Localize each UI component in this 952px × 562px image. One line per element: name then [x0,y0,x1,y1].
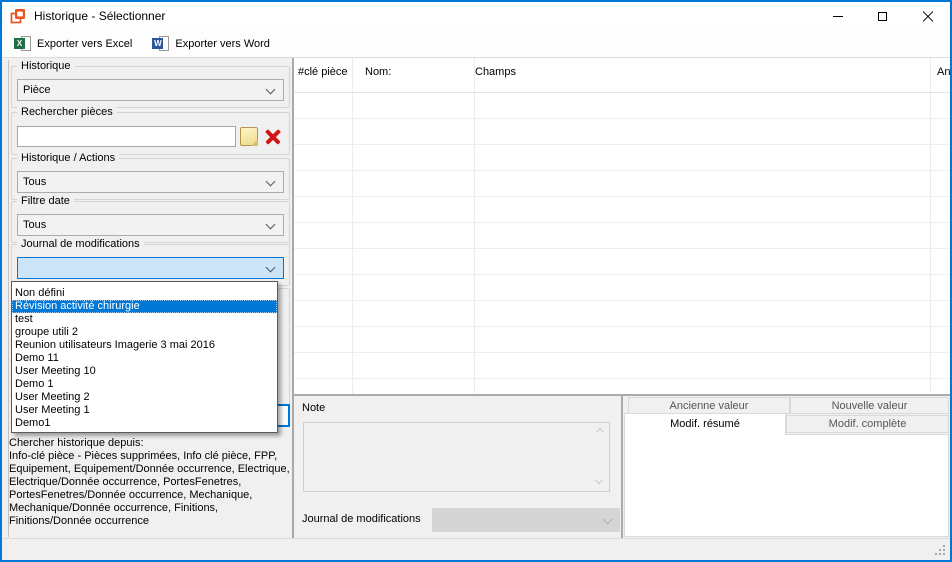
dropdown-item[interactable]: User Meeting 10 [12,365,277,378]
table-row[interactable] [294,249,950,275]
results-rows [294,93,950,394]
clear-search-icon[interactable] [263,126,284,147]
filtre-date-combobox[interactable]: Tous [17,214,284,236]
note-scrollbar [592,424,608,490]
table-row[interactable] [294,327,950,353]
column-header-nom[interactable]: Nom: [365,66,391,78]
journal-dropdown-list[interactable]: Non définiRévision activité chirurgietes… [11,281,278,433]
results-table: #clé pièce Nom: Champs An [294,58,950,394]
tab-modif-complete[interactable]: Modif. complète [786,415,949,433]
app-icon [10,8,26,24]
journal-modifications-combobox-disabled [432,508,620,532]
chevron-down-icon [266,263,276,273]
dropdown-item[interactable]: Demo 1 [12,378,277,391]
note-textarea [303,422,610,492]
word-icon: W [152,36,169,51]
dropdown-item[interactable]: test [12,313,277,326]
window-controls [815,2,950,30]
main-area: Historique Pièce Rechercher pièces Histo… [2,58,950,538]
browse-folder-icon[interactable] [240,127,258,146]
dropdown-item[interactable]: Reunion utilisateurs Imagerie 3 mai 2016 [12,339,277,352]
tab-nouvelle-valeur[interactable]: Nouvelle valeur [790,397,949,414]
group-filtre-date: Filtre date Tous [11,201,290,243]
export-word-button[interactable]: W Exporter vers Word [146,33,276,54]
table-row[interactable] [294,171,950,197]
note-label: Note [302,402,325,414]
tab-content-area [624,434,949,537]
column-header-cle-piece[interactable]: #clé pièce [298,66,348,78]
export-excel-button[interactable]: X Exporter vers Excel [8,33,138,54]
table-row[interactable] [294,353,950,379]
title-bar[interactable]: Historique - Sélectionner [2,2,950,30]
search-scope-line: Electrique/Donnée occurrence, PortesFene… [9,476,290,489]
search-scope-title: Chercher historique depuis: [9,437,144,449]
actions-combobox[interactable]: Tous [17,171,284,193]
search-scope-line: Mechanique/Donnée occurrence, Finitions, [9,502,290,515]
chevron-down-icon [266,85,276,95]
table-row[interactable] [294,93,950,119]
dropdown-item[interactable]: Non défini [12,287,277,300]
table-row[interactable] [294,301,950,327]
group-actions-label: Historique / Actions [17,152,119,164]
table-row[interactable] [294,119,950,145]
tab-modif-resume[interactable]: Modif. résumé [624,413,786,435]
search-scope-line: Finitions/Donnée occurrence [9,515,290,528]
actions-combobox-value: Tous [23,176,46,188]
status-bar [2,538,950,560]
dropdown-item[interactable]: groupe utili 2 [12,326,277,339]
group-historique: Historique Pièce [11,66,290,108]
dropdown-item[interactable]: Révision activité chirurgie [12,300,277,313]
group-historique-label: Historique [17,60,75,72]
close-icon [921,10,934,23]
journal-combobox[interactable] [17,257,284,279]
minimize-icon [833,16,843,17]
table-row[interactable] [294,223,950,249]
minimize-button[interactable] [815,2,860,30]
group-rechercher-pieces: Rechercher pièces [11,112,290,155]
search-scope-line: Equipement, Equipement/Donnée occurrence… [9,463,290,476]
group-journal-label: Journal de modifications [17,238,144,250]
column-header-champs[interactable]: Champs [475,66,516,78]
dropdown-item[interactable]: Demo 11 [12,352,277,365]
table-row[interactable] [294,145,950,171]
scroll-up-icon [596,428,604,436]
resize-grip-icon[interactable] [943,553,945,555]
export-word-label: Exporter vers Word [175,38,270,50]
table-row[interactable] [294,379,950,394]
export-excel-label: Exporter vers Excel [37,38,132,50]
journal-modifications-label: Journal de modifications [302,513,421,525]
window-title: Historique - Sélectionner [34,2,165,30]
historique-combobox[interactable]: Pièce [17,79,284,101]
filtre-date-combobox-value: Tous [23,219,46,231]
search-scope-line: PortesFenetres/Donnée occurrence, Mechan… [9,489,290,502]
historique-combobox-value: Pièce [23,84,51,96]
group-journal-modifications: Journal de modifications [11,244,290,286]
tab-ancienne-valeur[interactable]: Ancienne valeur [628,397,790,414]
dropdown-item[interactable]: Demo1 [12,417,277,430]
group-rechercher-label: Rechercher pièces [17,106,117,118]
maximize-button[interactable] [860,2,905,30]
chevron-down-icon [266,177,276,187]
dropdown-item[interactable]: User Meeting 1 [12,404,277,417]
scroll-down-icon [595,476,603,484]
column-header-ancienne[interactable]: An [937,66,950,78]
note-panel: Note Journal de modifications [294,396,621,538]
table-row[interactable] [294,197,950,223]
search-scope-line: Info-clé pièce - Pièces supprimées, Info… [9,450,290,463]
dropdown-item[interactable]: User Meeting 2 [12,391,277,404]
chevron-down-icon [266,220,276,230]
maximize-icon [878,12,887,21]
excel-icon: X [14,36,31,51]
toolbar: X Exporter vers Excel W Exporter vers Wo… [2,30,950,58]
rechercher-pieces-input[interactable] [17,126,236,147]
group-historique-actions: Historique / Actions Tous [11,158,290,200]
table-row[interactable] [294,275,950,301]
group-filtre-date-label: Filtre date [17,195,74,207]
app-window: Historique - Sélectionner X Exporter ver… [0,0,952,562]
chevron-down-icon [603,515,613,525]
search-scope-lines: Info-clé pièce - Pièces supprimées, Info… [9,450,290,528]
filter-panel: Historique Pièce Rechercher pièces Histo… [8,60,292,537]
close-button[interactable] [905,2,950,30]
values-panel: Ancienne valeur Nouvelle valeur Modif. c… [623,396,950,538]
